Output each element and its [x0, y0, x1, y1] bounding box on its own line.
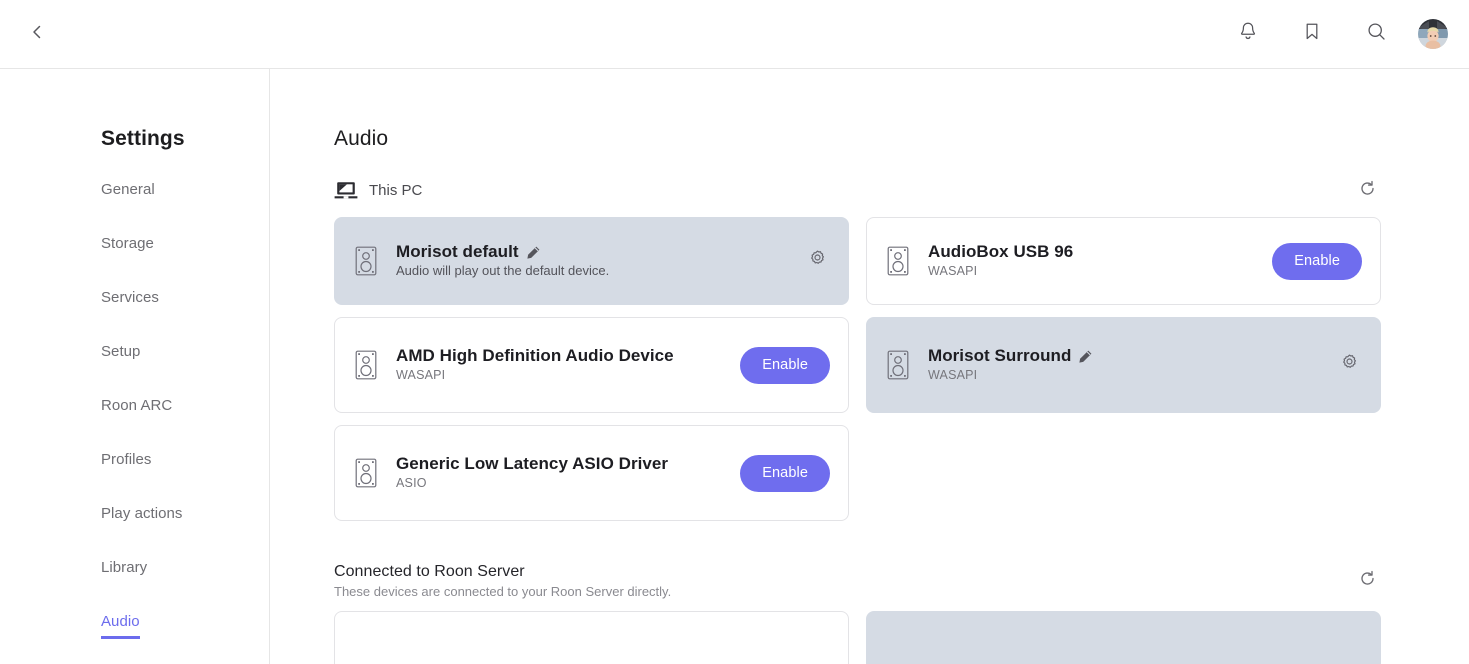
device-subtitle: ASIO — [396, 476, 427, 490]
sidebar-item-label: Audio — [101, 613, 140, 630]
search-button[interactable] — [1344, 12, 1408, 56]
sidebar-nav: General Storage Services Setup Roon ARC … — [101, 181, 269, 639]
avatar-image — [1418, 19, 1448, 49]
active-indicator — [101, 636, 140, 639]
section-header-roon-server: Connected to Roon Server These devices a… — [334, 563, 1380, 599]
speaker-icon — [884, 349, 912, 381]
device-name: AudioBox USB 96 — [928, 242, 1074, 261]
enable-button[interactable]: Enable — [740, 454, 830, 492]
section-title: Connected to Roon Server — [334, 563, 525, 580]
device-name: Generic Low Latency ASIO Driver — [396, 454, 669, 473]
sidebar-item-storage[interactable]: Storage — [101, 235, 154, 252]
device-subtitle: WASAPI — [928, 264, 978, 278]
device-card[interactable] — [334, 611, 849, 664]
refresh-icon — [1359, 570, 1376, 592]
device-cards-roon-server — [334, 611, 1381, 664]
speaker-icon — [352, 349, 380, 381]
sidebar-item-label: Roon ARC — [101, 397, 173, 414]
device-title: AudioBox USB 96 — [928, 242, 1272, 262]
sidebar-item-audio[interactable]: Audio — [101, 613, 140, 639]
gear-icon — [808, 249, 827, 273]
speaker-icon — [352, 457, 380, 489]
gear-icon — [1340, 353, 1359, 377]
device-cards-this-pc: Morisot default Audio will play out the … — [334, 217, 1381, 521]
sidebar-item-label: Profiles — [101, 451, 152, 468]
sidebar-item-roon-arc[interactable]: Roon ARC — [101, 397, 172, 414]
device-name: Morisot Surround — [928, 346, 1072, 365]
device-subtitle: WASAPI — [396, 368, 446, 382]
chevron-left-icon — [28, 23, 46, 46]
page-title: Audio — [334, 127, 389, 150]
section-subtitle: These devices are connected to your Roon… — [334, 584, 672, 599]
device-title: Generic Low Latency ASIO Driver — [396, 454, 740, 474]
device-card[interactable]: Morisot default Audio will play out the … — [334, 217, 849, 305]
refresh-icon — [1359, 180, 1376, 202]
sidebar-item-play-actions[interactable]: Play actions — [101, 505, 182, 522]
section-label: This PC — [369, 182, 423, 199]
back-button[interactable] — [20, 17, 54, 51]
bookmark-button[interactable] — [1280, 12, 1344, 56]
device-card[interactable] — [866, 611, 1381, 664]
device-card[interactable]: Generic Low Latency ASIO Driver ASIO Ena… — [334, 425, 849, 521]
enable-button[interactable]: Enable — [740, 346, 830, 384]
device-subtitle: WASAPI — [928, 368, 978, 382]
speaker-icon — [352, 245, 380, 277]
sidebar-item-general[interactable]: General — [101, 181, 155, 198]
sidebar-item-label: Services — [101, 289, 159, 306]
sidebar-item-setup[interactable]: Setup — [101, 343, 140, 360]
device-name: Morisot default — [396, 242, 519, 261]
device-title: Morisot default — [396, 242, 804, 262]
laptop-icon — [334, 181, 358, 200]
refresh-roon-server-button[interactable] — [1354, 568, 1380, 594]
sidebar-item-label: Library — [101, 559, 148, 576]
sidebar-item-label: General — [101, 181, 155, 198]
device-card[interactable]: Morisot Surround WASAPI — [866, 317, 1381, 413]
bookmark-icon — [1302, 21, 1322, 47]
device-card[interactable]: AMD High Definition Audio Device WASAPI … — [334, 317, 849, 413]
sidebar-item-library[interactable]: Library — [101, 559, 147, 576]
enable-button[interactable]: Enable — [1272, 242, 1362, 280]
section-header-this-pc: This PC — [334, 180, 1380, 200]
top-bar-actions — [1216, 12, 1457, 56]
device-text: Morisot default Audio will play out the … — [396, 242, 804, 280]
search-icon — [1366, 21, 1387, 47]
sidebar-item-services[interactable]: Services — [101, 289, 159, 306]
notifications-button[interactable] — [1216, 12, 1280, 56]
sidebar-title: Settings — [101, 127, 185, 150]
device-name: AMD High Definition Audio Device — [396, 346, 674, 365]
sidebar-item-label: Storage — [101, 235, 154, 252]
edit-pencil-icon[interactable] — [526, 245, 541, 260]
edit-pencil-icon[interactable] — [1078, 349, 1093, 364]
sidebar-item-profiles[interactable]: Profiles — [101, 451, 151, 468]
bell-icon — [1238, 21, 1258, 47]
device-settings-button[interactable] — [804, 248, 830, 274]
device-title: AMD High Definition Audio Device — [396, 346, 740, 366]
device-title: Morisot Surround — [928, 346, 1336, 366]
top-bar — [0, 0, 1469, 69]
device-text: Generic Low Latency ASIO Driver ASIO — [396, 454, 740, 492]
settings-sidebar: Settings General Storage Services Setup … — [0, 69, 270, 664]
main-content: Audio This PC Morisot default Audio will… — [271, 69, 1469, 664]
device-text: AudioBox USB 96 WASAPI — [928, 242, 1272, 280]
refresh-this-pc-button[interactable] — [1354, 178, 1380, 204]
device-text: AMD High Definition Audio Device WASAPI — [396, 346, 740, 384]
avatar[interactable] — [1418, 19, 1448, 49]
device-subtitle: Audio will play out the default device. — [396, 263, 610, 278]
device-settings-button[interactable] — [1336, 352, 1362, 378]
sidebar-item-label: Setup — [101, 343, 141, 360]
device-text: Morisot Surround WASAPI — [928, 346, 1336, 384]
speaker-icon — [884, 245, 912, 277]
sidebar-item-label: Play actions — [101, 505, 183, 522]
device-card[interactable]: AudioBox USB 96 WASAPI Enable — [866, 217, 1381, 305]
